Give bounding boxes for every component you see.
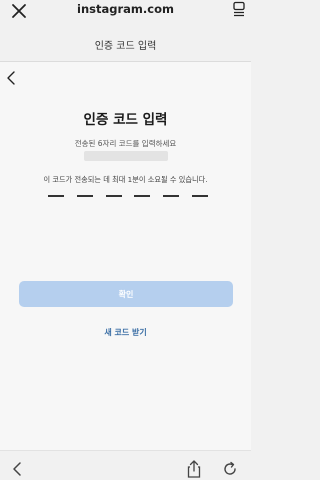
browser-bar: instagram.com 인증 코드 입력 [0, 0, 251, 62]
notice-text: 이 코드가 전송되는 데 최대 1분이 소요될 수 있습니다. [43, 175, 208, 184]
resend-code-link[interactable]: 새 코드 받기 [0, 327, 251, 338]
code-input-row[interactable] [48, 195, 208, 197]
subtitle: 전송된 6자리 코드를 입력하세요 [74, 139, 177, 148]
url-title: instagram.com [77, 2, 174, 16]
share-icon[interactable] [186, 459, 202, 479]
masked-contact [84, 151, 168, 161]
code-slot[interactable] [163, 195, 180, 197]
refresh-icon[interactable] [221, 460, 239, 478]
back-icon[interactable] [4, 70, 18, 86]
page-title: 인증 코드 입력 [94, 41, 157, 52]
heading: 인증 코드 입력 [83, 112, 168, 128]
code-slot[interactable] [105, 195, 122, 197]
back-arrow-icon[interactable] [10, 460, 24, 478]
code-slot[interactable] [76, 195, 93, 197]
verification-page: 인증 코드 입력 전송된 6자리 코드를 입력하세요 이 코드가 전송되는 데 … [0, 62, 251, 450]
menu-icon[interactable] [232, 1, 246, 17]
code-slot[interactable] [191, 195, 208, 197]
code-slot[interactable] [48, 195, 64, 197]
code-slot[interactable] [134, 195, 151, 197]
confirm-button[interactable]: 확인 [19, 281, 233, 307]
bottom-bar [0, 450, 251, 480]
